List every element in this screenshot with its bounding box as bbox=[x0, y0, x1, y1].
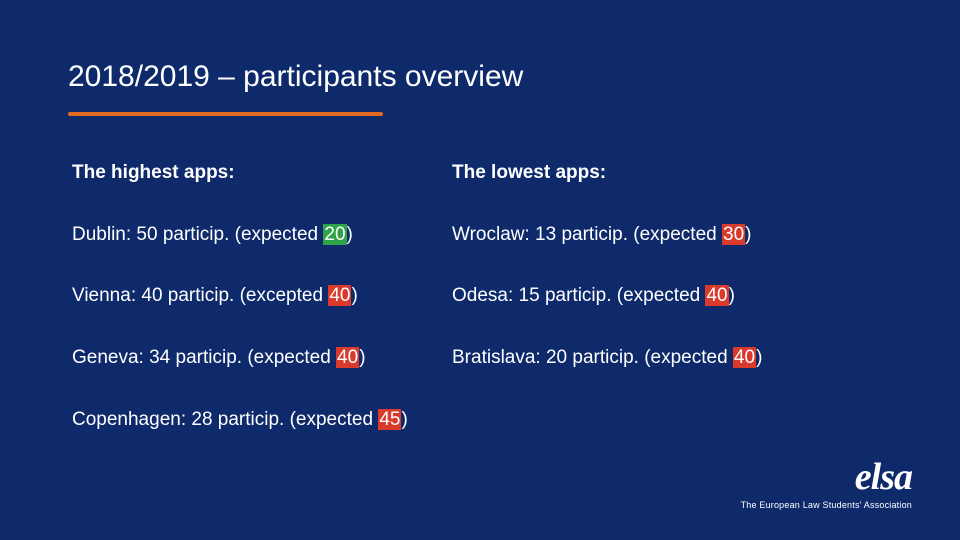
data-cell-right: Odesa: 15 particip. (expected 40) bbox=[452, 283, 900, 309]
slide: 2018/2019 – participants overview The hi… bbox=[0, 0, 960, 540]
heading-highest: The highest apps: bbox=[72, 160, 452, 186]
data-row: Geneva: 34 particip. (expected 40)Bratis… bbox=[72, 345, 900, 371]
heading-lowest: The lowest apps: bbox=[452, 160, 900, 186]
data-cell-right: Bratislava: 20 particip. (expected 40) bbox=[452, 345, 900, 371]
data-cell-right: Wroclaw: 13 particip. (expected 30) bbox=[452, 222, 900, 248]
title-underline bbox=[68, 112, 383, 116]
data-cell-left: Copenhagen: 28 particip. (expected 45) bbox=[72, 407, 452, 433]
highlight: 30 bbox=[722, 224, 745, 245]
data-cell-left: Vienna: 40 particip. (excepted 40) bbox=[72, 283, 452, 309]
data-row: Vienna: 40 particip. (excepted 40)Odesa:… bbox=[72, 283, 900, 309]
highlight: 40 bbox=[336, 347, 359, 368]
data-cell-right bbox=[452, 407, 900, 433]
highlight: 20 bbox=[323, 224, 346, 245]
data-cell-left: Geneva: 34 particip. (expected 40) bbox=[72, 345, 452, 371]
logo-main: elsa bbox=[741, 458, 912, 496]
heading-row: The highest apps: The lowest apps: bbox=[72, 160, 900, 186]
data-cell-left: Dublin: 50 particip. (expected 20) bbox=[72, 222, 452, 248]
logo: elsa The European Law Students' Associat… bbox=[741, 458, 912, 510]
logo-sub: The European Law Students' Association bbox=[741, 500, 912, 510]
data-row: Copenhagen: 28 particip. (expected 45) bbox=[72, 407, 900, 433]
highlight: 40 bbox=[705, 285, 728, 306]
page-title: 2018/2019 – participants overview bbox=[68, 60, 523, 94]
content-area: The highest apps: The lowest apps: Dubli… bbox=[72, 160, 900, 468]
highlight: 45 bbox=[378, 409, 401, 430]
data-rows: Dublin: 50 particip. (expected 20)Wrocla… bbox=[72, 222, 900, 433]
highlight: 40 bbox=[328, 285, 351, 306]
highlight: 40 bbox=[733, 347, 756, 368]
data-row: Dublin: 50 particip. (expected 20)Wrocla… bbox=[72, 222, 900, 248]
